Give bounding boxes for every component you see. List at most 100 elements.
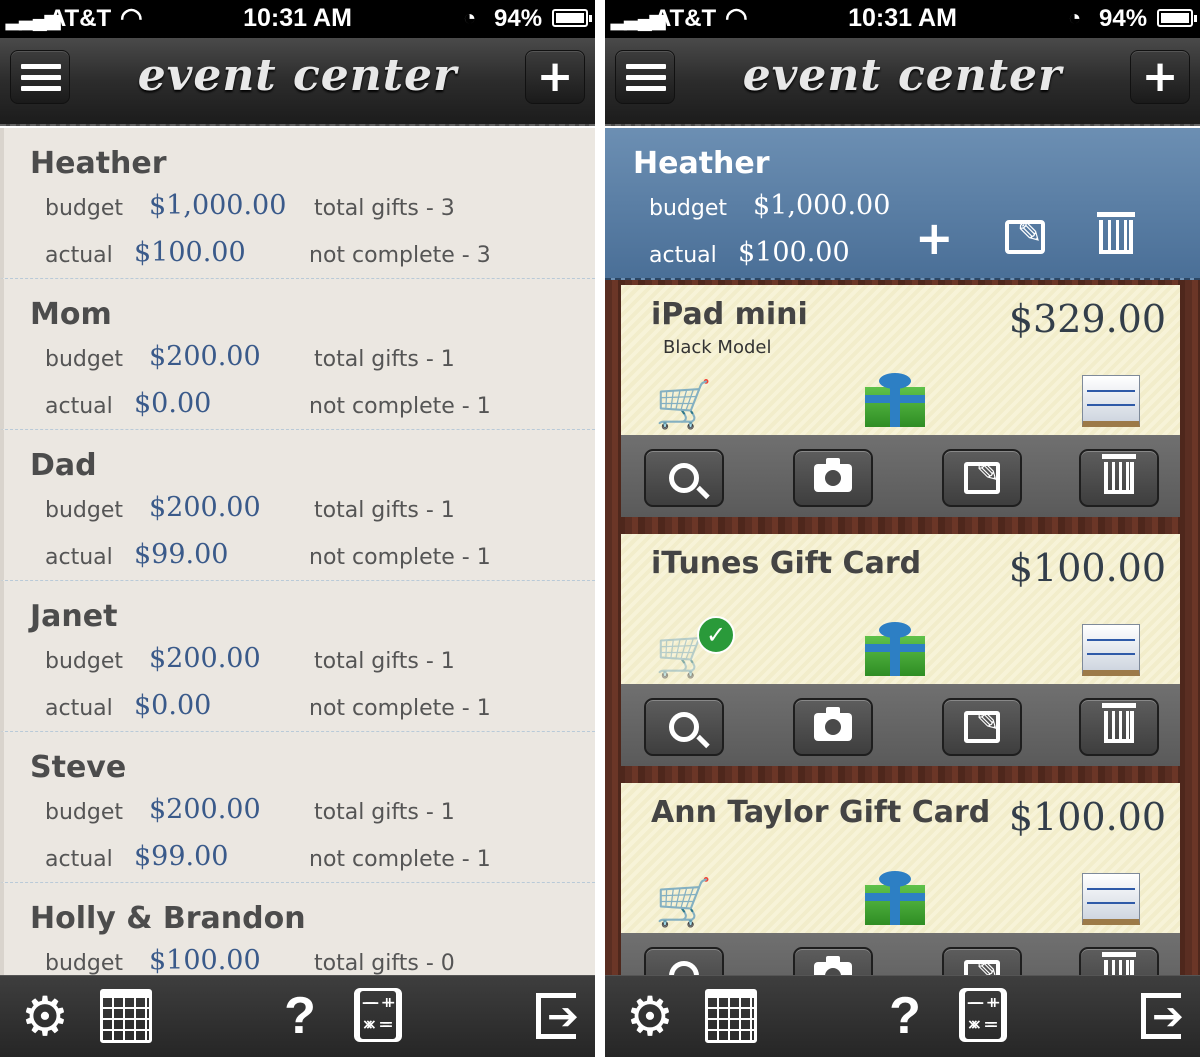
purchased-check-icon: ✓ bbox=[697, 616, 735, 654]
camera-button[interactable] bbox=[793, 449, 873, 507]
budget-value: $1,000.00 bbox=[753, 190, 891, 221]
edit-person-icon[interactable] bbox=[1005, 216, 1045, 254]
nav-bar: event center + bbox=[0, 38, 595, 126]
nav-bar: event center + bbox=[605, 38, 1200, 126]
add-person-button[interactable]: + bbox=[525, 50, 585, 104]
search-button[interactable] bbox=[644, 698, 724, 756]
total-gifts: total gifts - 3 bbox=[314, 196, 455, 221]
tab-bar: ⚙ ? bbox=[0, 975, 595, 1057]
person-row[interactable]: Heather budget $1,000.00 actual $100.00 … bbox=[0, 128, 595, 279]
edit-button[interactable] bbox=[942, 698, 1022, 756]
not-complete: not complete - 3 bbox=[309, 243, 491, 268]
actual-label: actual bbox=[45, 847, 113, 872]
alarm-icon: ◔ bbox=[1068, 5, 1082, 30]
gift-card-body: iTunes Gift Card $100.00 🛒 ✓ bbox=[621, 534, 1180, 684]
actual-value: $100.00 bbox=[134, 237, 246, 268]
gift-box-icon[interactable] bbox=[865, 871, 925, 925]
shipping-boxes-icon[interactable] bbox=[1082, 624, 1140, 676]
person-row[interactable]: Steve budget $200.00 actual $99.00 total… bbox=[0, 732, 595, 883]
budget-value: $200.00 bbox=[149, 492, 261, 523]
gift-action-bar bbox=[621, 435, 1180, 517]
tab-bar: ⚙ ? bbox=[605, 975, 1200, 1057]
people-list: Heather budget $1,000.00 actual $100.00 … bbox=[0, 128, 595, 975]
status-bar: ▂▃▄▅ AT&T ◠ 10:31 AM ◔ 94% bbox=[605, 0, 1200, 38]
calendar-icon[interactable] bbox=[98, 988, 154, 1044]
shopping-cart-icon[interactable]: 🛒 bbox=[655, 381, 712, 427]
camera-icon bbox=[814, 458, 852, 492]
help-icon[interactable]: ? bbox=[877, 987, 933, 1045]
gift-title: iPad mini bbox=[651, 297, 808, 332]
battery-percent: 94% bbox=[494, 5, 543, 32]
exit-icon[interactable] bbox=[1133, 988, 1189, 1044]
not-complete: not complete - 1 bbox=[309, 696, 491, 721]
gift-card[interactable]: iPad mini Black Model $329.00 🛒 bbox=[621, 285, 1180, 517]
gear-icon[interactable]: ⚙ bbox=[622, 985, 678, 1048]
person-row[interactable]: Janet budget $200.00 actual $0.00 total … bbox=[0, 581, 595, 732]
gift-card[interactable]: iTunes Gift Card $100.00 🛒 ✓ bbox=[621, 534, 1180, 766]
actual-label: actual bbox=[45, 243, 113, 268]
actual-value: $99.00 bbox=[134, 841, 229, 872]
budget-value: $200.00 bbox=[149, 794, 261, 825]
budget-label: budget bbox=[45, 951, 123, 975]
gift-action-bar bbox=[621, 684, 1180, 766]
actual-value: $0.00 bbox=[134, 388, 212, 419]
not-complete: not complete - 1 bbox=[309, 394, 491, 419]
budget-label: budget bbox=[45, 196, 123, 221]
person-row[interactable]: Dad budget $200.00 actual $99.00 total g… bbox=[0, 430, 595, 581]
search-icon bbox=[669, 463, 699, 493]
actual-label: actual bbox=[45, 696, 113, 721]
gear-icon[interactable]: ⚙ bbox=[17, 985, 73, 1048]
person-row[interactable]: Mom budget $200.00 actual $0.00 total gi… bbox=[0, 279, 595, 430]
gift-subtitle: Black Model bbox=[663, 337, 772, 358]
budget-label: budget bbox=[45, 347, 123, 372]
actual-label: actual bbox=[45, 545, 113, 570]
calculator-icon[interactable] bbox=[959, 988, 1007, 1042]
app-title: event center bbox=[742, 50, 1063, 101]
gift-price: $100.00 bbox=[1008, 546, 1166, 590]
gift-box-icon[interactable] bbox=[865, 373, 925, 427]
person-name: Dad bbox=[30, 448, 97, 483]
gift-price: $329.00 bbox=[1008, 297, 1166, 341]
budget-value: $200.00 bbox=[149, 341, 261, 372]
gift-card-body: Ann Taylor Gift Card $100.00 🛒 bbox=[621, 783, 1180, 933]
person-row[interactable]: Holly & Brandon budget $100.00 total gif… bbox=[0, 883, 595, 975]
alarm-icon: ◔ bbox=[463, 5, 477, 30]
gift-box-icon[interactable] bbox=[865, 622, 925, 676]
actual-value: $100.00 bbox=[738, 237, 850, 268]
gift-price: $100.00 bbox=[1008, 795, 1166, 839]
exit-icon[interactable] bbox=[528, 988, 584, 1044]
gift-title: iTunes Gift Card bbox=[651, 546, 922, 581]
actual-label: actual bbox=[45, 394, 113, 419]
edit-icon bbox=[964, 456, 1000, 494]
delete-person-icon[interactable] bbox=[1097, 212, 1135, 254]
shipping-boxes-icon[interactable] bbox=[1082, 873, 1140, 925]
edit-button[interactable] bbox=[942, 449, 1022, 507]
not-complete: not complete - 1 bbox=[309, 847, 491, 872]
not-complete: not complete - 1 bbox=[309, 545, 491, 570]
camera-icon bbox=[814, 707, 852, 741]
edit-icon bbox=[964, 705, 1000, 743]
delete-button[interactable] bbox=[1079, 698, 1159, 756]
search-icon bbox=[669, 712, 699, 742]
person-name: Steve bbox=[30, 750, 127, 785]
shopping-cart-icon[interactable]: 🛒 bbox=[655, 879, 712, 925]
phone-screen-right: ▂▃▄▅ AT&T ◠ 10:31 AM ◔ 94% event center … bbox=[605, 0, 1200, 1057]
search-button[interactable] bbox=[644, 449, 724, 507]
status-bar: ▂▃▄▅ AT&T ◠ 10:31 AM ◔ 94% bbox=[0, 0, 595, 38]
budget-label: budget bbox=[45, 800, 123, 825]
add-gift-plus-icon[interactable]: + bbox=[915, 215, 955, 261]
budget-value: $100.00 bbox=[149, 945, 261, 975]
person-name: Mom bbox=[30, 297, 112, 332]
budget-label: budget bbox=[649, 196, 727, 221]
camera-button[interactable] bbox=[793, 698, 873, 756]
calculator-icon[interactable] bbox=[354, 988, 402, 1042]
shipping-boxes-icon[interactable] bbox=[1082, 375, 1140, 427]
help-icon[interactable]: ? bbox=[272, 987, 328, 1045]
calendar-icon[interactable] bbox=[703, 988, 759, 1044]
battery-icon bbox=[552, 9, 592, 27]
add-gift-button[interactable]: + bbox=[1130, 50, 1190, 104]
battery-percent: 94% bbox=[1099, 5, 1148, 32]
budget-value: $200.00 bbox=[149, 643, 261, 674]
person-name: Janet bbox=[30, 599, 118, 634]
delete-button[interactable] bbox=[1079, 449, 1159, 507]
